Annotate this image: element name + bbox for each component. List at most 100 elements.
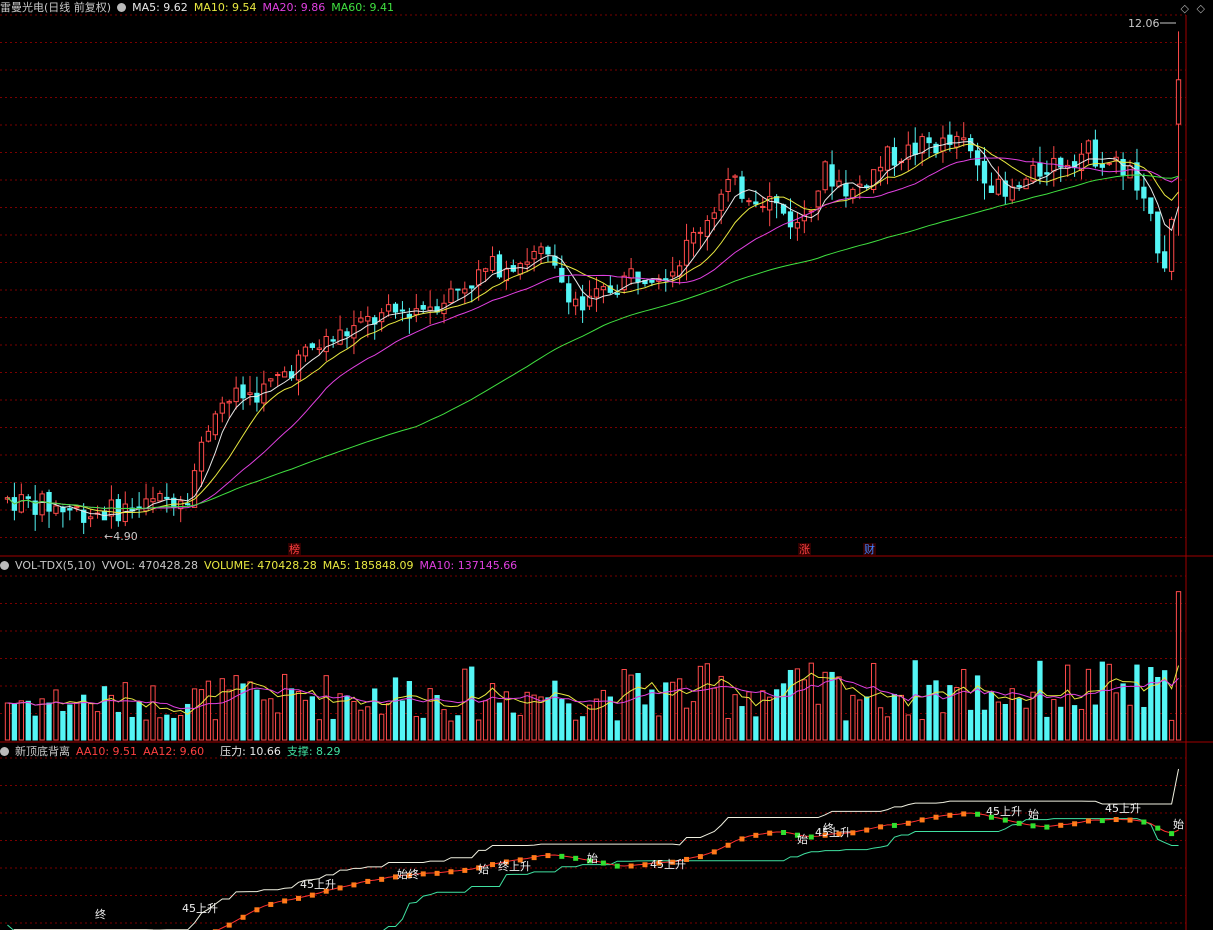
vol-title: VOL-TDX(5,10) (15, 559, 96, 572)
volume-bars (4, 591, 1182, 741)
candle-body (247, 392, 253, 395)
volume-bar (926, 684, 932, 741)
candle-body (295, 354, 302, 381)
candle-body (240, 384, 246, 399)
volume-bar (441, 709, 447, 741)
candle-body (531, 250, 537, 260)
candle-body (67, 508, 73, 511)
volume-bar (254, 689, 260, 741)
circle-icon[interactable] (0, 561, 9, 570)
diamond-icon[interactable]: ◇ (1181, 2, 1189, 15)
volume-bar (1168, 719, 1175, 741)
volume-bar (954, 686, 960, 741)
volume-bar (864, 696, 870, 741)
candle-body (753, 201, 759, 205)
signal-block (531, 855, 537, 861)
signal-block (864, 827, 870, 833)
ma5-line (7, 140, 1180, 517)
candle-body (552, 255, 558, 266)
candle-body (489, 256, 496, 271)
signal-label: 始终 (397, 867, 419, 881)
volume-bar (912, 660, 918, 741)
volume-bar (316, 719, 322, 741)
candle-body (205, 430, 212, 442)
volume-bar (1141, 706, 1147, 741)
ma-lines (7, 140, 1180, 517)
candle-body (912, 142, 918, 155)
volume-bar (1134, 664, 1140, 741)
volume-bar (933, 680, 939, 741)
volume-bar (87, 703, 94, 741)
indicator-panel (7, 768, 1180, 930)
volume-bar (961, 668, 967, 741)
candle-body (254, 392, 260, 403)
volume-bar (358, 709, 364, 741)
signal-block (947, 812, 953, 818)
diamond-icon[interactable]: ◇ (1197, 2, 1205, 15)
candle-body (961, 137, 967, 141)
circle-icon[interactable] (117, 3, 127, 12)
volume-bar (122, 682, 128, 741)
volume-bar (642, 704, 648, 741)
signal-block (282, 898, 288, 904)
candle-body (191, 470, 198, 508)
volume-bar (212, 719, 218, 741)
volume-bar (226, 689, 232, 741)
volume-bar (392, 677, 399, 741)
volume-bar (115, 711, 121, 741)
support-label: 支撑: 8.29 (286, 745, 341, 758)
candle-body (1141, 186, 1147, 199)
volume-bar (67, 704, 73, 741)
volume-bar (53, 689, 59, 741)
volume-bar (1127, 704, 1133, 741)
volume-bar (32, 715, 38, 741)
volume-bar (420, 717, 426, 741)
signal-block (1141, 819, 1147, 825)
volume-bar (462, 668, 468, 741)
ma5-label: MA5: 9.62 (132, 1, 188, 14)
signal-block (753, 832, 759, 838)
volume-bar (330, 718, 336, 741)
candle-body (995, 178, 1002, 195)
volume-bar (434, 694, 440, 741)
ma20-line (7, 157, 1179, 510)
volume-bar (704, 663, 710, 741)
volume-bar (309, 696, 316, 741)
candle-body (212, 413, 218, 436)
candle-body (1127, 165, 1133, 179)
candle-body (476, 269, 482, 286)
volume-label: VOLUME: 470428.28 (204, 559, 317, 572)
volume-bar (143, 719, 149, 741)
candle-body (385, 304, 392, 312)
candle-body (1037, 163, 1043, 177)
candle-body (39, 493, 45, 516)
volume-bar (302, 699, 309, 741)
signal-block (226, 922, 232, 928)
candle-body (579, 296, 586, 311)
candle-body (725, 179, 731, 192)
circle-icon[interactable] (0, 747, 9, 756)
candle-body (344, 331, 350, 337)
candle-body (718, 193, 724, 211)
volume-bar (891, 693, 898, 741)
volume-bar (476, 719, 482, 741)
signal-block (448, 869, 454, 875)
signal-label: 终 (823, 821, 834, 835)
signal-label: 45上升 (650, 858, 686, 871)
volume-bar (995, 701, 1002, 741)
pressure-label: 压力: 10.66 (220, 745, 281, 758)
volume-bar (496, 702, 503, 741)
candle-body (711, 212, 717, 219)
candle-body (281, 371, 288, 378)
signal-block (462, 867, 468, 873)
candle-body (1168, 218, 1175, 272)
volume-bar (1106, 663, 1112, 741)
candle-body (614, 292, 620, 295)
volume-bar (1037, 660, 1043, 741)
volume-bar (614, 720, 620, 741)
candle-body (697, 231, 704, 234)
candle-body (268, 378, 274, 382)
volume-bar (385, 703, 392, 741)
volume-bar (482, 700, 489, 741)
ma60-line (7, 174, 1179, 510)
